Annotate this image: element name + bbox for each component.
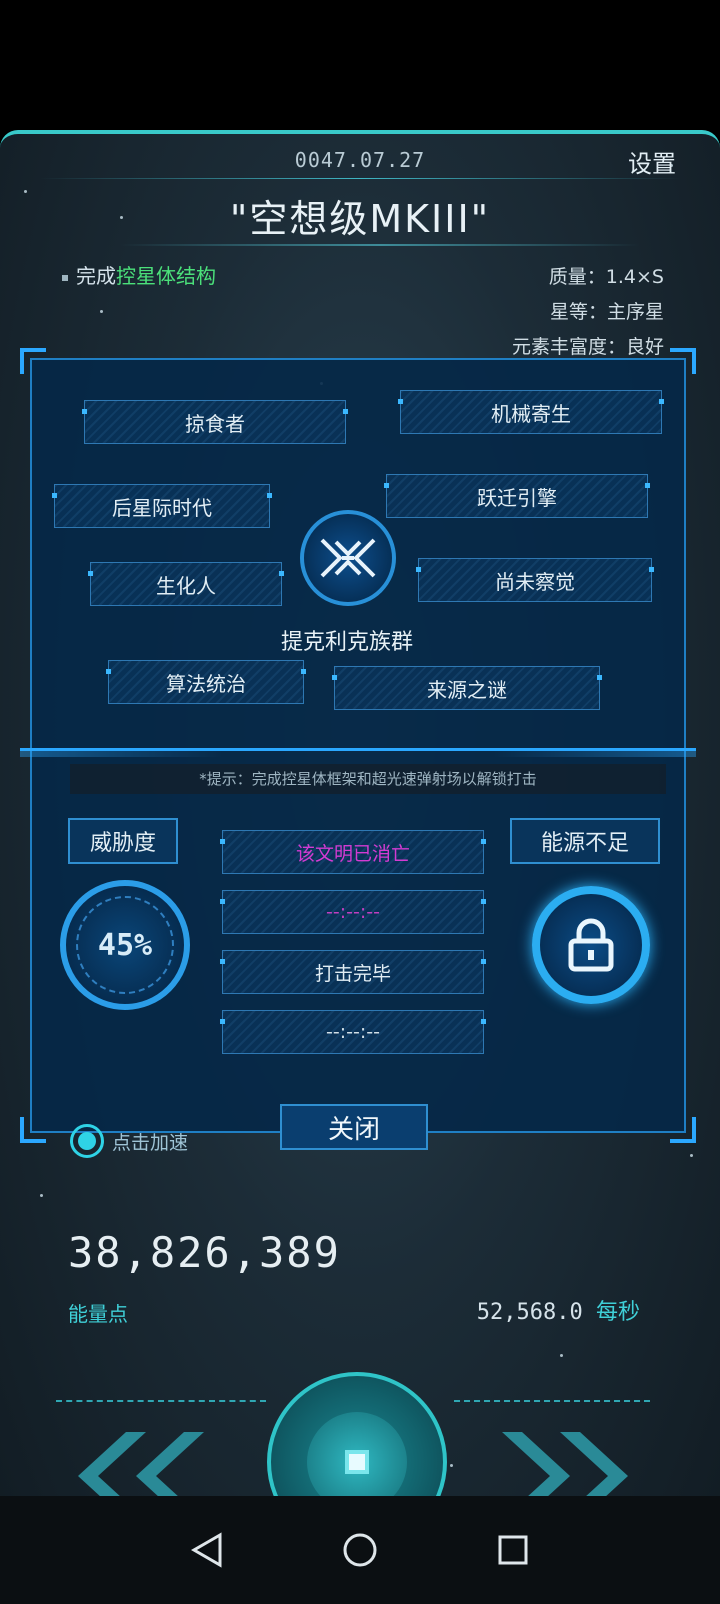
- status-row: --:--:--: [220, 1010, 486, 1054]
- close-button[interactable]: 关闭: [280, 1104, 428, 1150]
- speed-up-button[interactable]: 点击加速: [70, 1124, 188, 1158]
- energy-rate-unit: 每秒: [595, 1300, 640, 1325]
- threat-value: 45%: [97, 927, 153, 963]
- trait-tag: 掠食者: [82, 400, 348, 444]
- energy-rate-value: 52,568.0: [476, 1300, 583, 1325]
- decorative-line: [454, 1400, 650, 1404]
- civilization-panel: 掠食者 机械寄生 后星际时代 跃迁引擎 生化人 尚未察觉 算法统治 来源之谜 提…: [20, 348, 696, 1150]
- stop-icon: [345, 1450, 369, 1474]
- speed-label: 点击加速: [112, 1131, 189, 1154]
- settings-button[interactable]: 设置: [628, 144, 676, 179]
- trait-tag: 生化人: [88, 562, 284, 606]
- home-icon[interactable]: [330, 1520, 390, 1580]
- panel-corner: [20, 1117, 46, 1143]
- decorative-line: [56, 1400, 266, 1404]
- trait-tag: 尚未察觉: [416, 558, 654, 602]
- status-row: 该文明已消亡: [220, 830, 486, 874]
- panel-divider: [20, 748, 696, 757]
- lock-icon[interactable]: [532, 886, 650, 1004]
- title-divider: [120, 244, 640, 246]
- panel-corner: [670, 1117, 696, 1143]
- header-divider: [40, 178, 680, 179]
- threat-label: 威胁度: [68, 818, 178, 864]
- stat-mass: 质量：1.4×S: [548, 266, 664, 288]
- trait-tag: 跃迁引擎: [384, 474, 650, 518]
- recents-icon[interactable]: [483, 1520, 543, 1580]
- panel-corner: [20, 348, 46, 374]
- panel-corner: [670, 348, 696, 374]
- energy-rate: 52,568.0 每秒: [477, 1294, 640, 1326]
- task-prefix: 完成: [76, 264, 116, 288]
- civilization-name: 提克利克族群: [280, 630, 413, 655]
- energy-points-label: 能量点: [68, 1302, 128, 1326]
- game-screen: 0047.07.27 设置 "空想级MKIII" 完成控星体结构 质量：1.4×…: [0, 130, 720, 1604]
- status-row: --:--:--: [220, 890, 486, 934]
- tiklik-emblem-icon: [300, 510, 396, 606]
- game-date: 0047.07.27: [294, 148, 426, 172]
- trait-tag: 来源之谜: [332, 666, 602, 710]
- energy-status-label: 能源不足: [510, 818, 660, 864]
- unlock-hint: *提示：完成控星体框架和超光速弹射场以解锁打击: [70, 764, 666, 794]
- page-title: "空想级MKIII": [229, 197, 491, 241]
- energy-points-value: 38,826,389: [68, 1228, 341, 1277]
- star-stats: 质量：1.4×S 星等：主序星 元素丰富度：良好: [512, 260, 664, 365]
- trait-tag: 算法统治: [106, 660, 306, 704]
- trait-tag: 后星际时代: [52, 484, 272, 528]
- task-objective: 完成控星体结构: [62, 260, 216, 289]
- system-nav-bar: [0, 1496, 720, 1604]
- stat-star-class: 星等：主序星: [549, 301, 664, 323]
- trait-tag: 机械寄生: [398, 390, 664, 434]
- bullet-icon: [62, 274, 68, 281]
- task-highlight: 控星体结构: [116, 264, 216, 288]
- back-icon[interactable]: [177, 1520, 237, 1580]
- speed-icon: [70, 1124, 104, 1158]
- threat-gauge: 45%: [60, 880, 190, 1010]
- status-row: 打击完毕: [220, 950, 486, 994]
